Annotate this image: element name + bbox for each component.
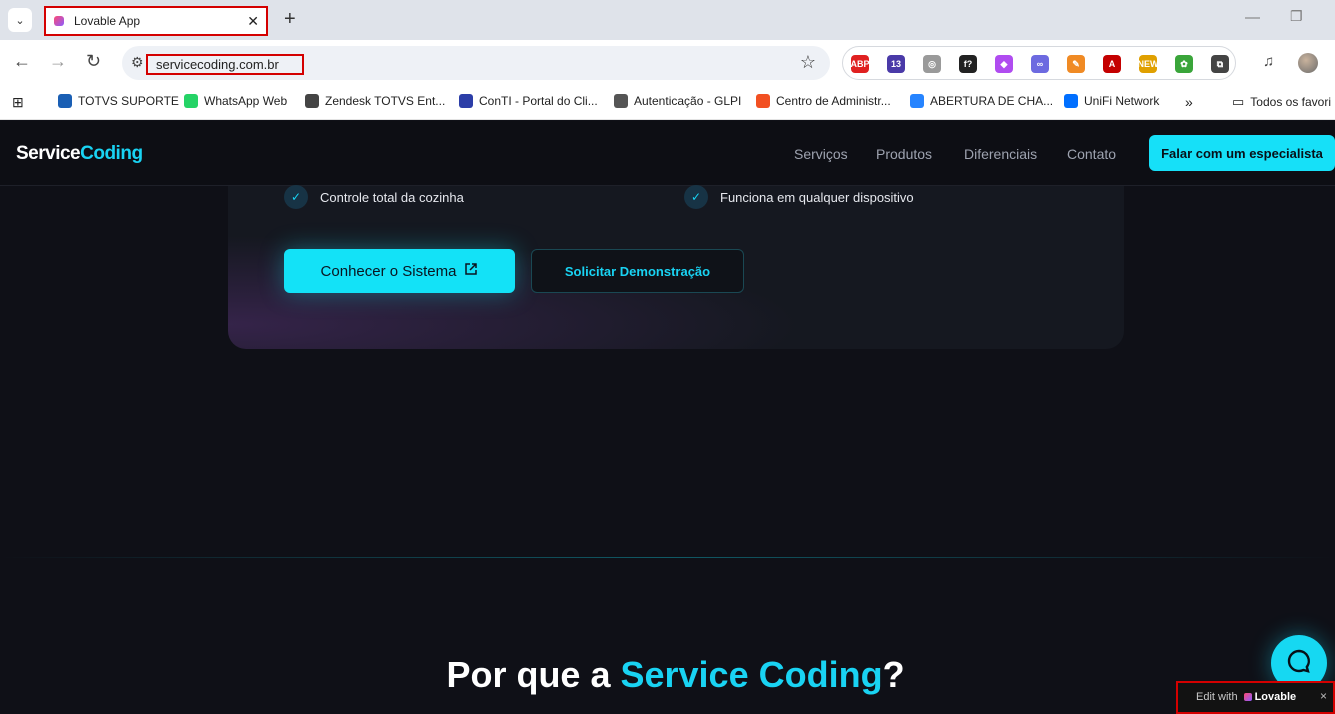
bookmark-label: TOTVS SUPORTE (78, 94, 179, 108)
heading-part-1: Por que a (446, 654, 621, 695)
lovable-close-icon[interactable]: × (1320, 689, 1327, 703)
browser-tab-strip: ⌄ Lovable App ✕ + — ❐ (0, 0, 1335, 40)
all-bookmarks-label: Todos os favori (1250, 95, 1332, 109)
bookmark-item[interactable]: TOTVS SUPORTE (58, 94, 179, 108)
function-icon[interactable]: f? (959, 55, 977, 73)
feature-item-right: ✓ Funciona em qualquer dispositivo (684, 185, 914, 209)
tab-search-button[interactable]: ⌄ (8, 8, 32, 32)
logo-text-service: Service (16, 143, 81, 164)
section-divider (0, 557, 1335, 558)
address-bar[interactable]: ⚙ servicecoding.com.br ☆ (122, 46, 830, 80)
window-minimize-button[interactable]: — (1245, 9, 1260, 26)
check-icon: ✓ (684, 185, 708, 209)
badge-13-icon[interactable]: 13 (887, 55, 905, 73)
site-logo[interactable]: ServiceCoding (16, 143, 143, 165)
url-text[interactable]: servicecoding.com.br (146, 54, 304, 75)
lovable-heart-icon (1243, 693, 1252, 701)
new-ext-icon[interactable]: NEW (1138, 55, 1159, 73)
folder-icon: ▭ (1232, 94, 1245, 109)
bookmark-label: UniFi Network (1084, 94, 1160, 108)
bookmark-label: ABERTURA DE CHA... (930, 94, 1054, 108)
bookmark-star-icon[interactable]: ☆ (800, 52, 816, 73)
bookmark-item[interactable]: Autenticação - GLPI (614, 94, 741, 108)
forward-arrow-icon[interactable]: → (49, 51, 67, 72)
lovable-brand: Lovable (1243, 691, 1297, 703)
bookmark-favicon-icon (184, 94, 198, 108)
external-link-icon (464, 262, 478, 280)
back-arrow-icon[interactable]: ← (13, 51, 31, 72)
profile-avatar[interactable] (1298, 53, 1318, 73)
feature-text: Funciona em qualquer dispositivo (720, 189, 914, 205)
adblock-icon[interactable]: ABP (851, 55, 870, 73)
bookmark-label: Centro de Administr... (776, 94, 891, 108)
check-icon: ✓ (284, 185, 308, 209)
lovable-brand-label: Lovable (1254, 691, 1297, 703)
bookmark-favicon-icon (614, 94, 628, 108)
why-section-heading: Por que a Service Coding? (0, 654, 1335, 696)
bookmark-item[interactable]: ABERTURA DE CHA... (910, 94, 1053, 108)
feature-text: Controle total da cozinha (320, 189, 464, 205)
tab-title: Lovable App (74, 14, 141, 28)
bookmark-label: Zendesk TOTVS Ent... (325, 94, 446, 108)
lovable-favicon-icon (54, 16, 64, 26)
learn-system-label: Conhecer o Sistema (320, 262, 457, 280)
pdf-icon[interactable]: A (1103, 55, 1121, 73)
bookmark-label: WhatsApp Web (204, 94, 288, 108)
bookmark-favicon-icon (756, 94, 770, 108)
bookmark-favicon-icon (910, 94, 924, 108)
compass-icon[interactable]: ◎ (923, 55, 941, 73)
nav-link-diferenciais[interactable]: Diferenciais (964, 146, 1037, 162)
nav-link-servicos[interactable]: Serviços (794, 146, 848, 162)
puzzle-icon[interactable]: ⧉ (1211, 55, 1229, 73)
bookmark-favicon-icon (305, 94, 319, 108)
bookmark-item[interactable]: UniFi Network (1064, 94, 1159, 108)
bookmarks-bar: ⊞ » ▭ Todos os favori TOTVS SUPORTE Whats… (0, 86, 1335, 120)
lovable-badge[interactable]: Edit with Lovable × (1176, 681, 1335, 714)
bookmark-label: ConTI - Portal do Cli... (479, 94, 598, 108)
site-header: ServiceCoding Serviços Produtos Diferenc… (0, 121, 1335, 186)
nav-link-contato[interactable]: Contato (1067, 146, 1116, 162)
reload-icon[interactable]: ↻ (86, 51, 101, 72)
purple-ext-icon[interactable]: ◆ (995, 55, 1013, 73)
all-bookmarks-folder[interactable]: ▭ Todos os favori (1232, 94, 1331, 110)
bookmark-favicon-icon (58, 94, 72, 108)
browser-toolbar: ← → ↻ ⚙ servicecoding.com.br ☆ ABP 13 ◎ f? ◆… (0, 40, 1335, 86)
bookmark-item[interactable]: Centro de Administr... (756, 94, 891, 108)
talk-to-specialist-button[interactable]: Falar com um especialista (1149, 135, 1335, 171)
bookmark-item[interactable]: ConTI - Portal do Cli... (459, 94, 598, 108)
apps-grid-icon[interactable]: ⊞ (12, 94, 24, 111)
media-control-icon[interactable]: ♫ (1263, 53, 1274, 70)
chat-bubble-icon (1285, 647, 1313, 680)
site-settings-icon[interactable]: ⚙ (131, 54, 144, 71)
pen-icon[interactable]: ✎ (1067, 55, 1085, 73)
bookmark-label: Autenticação - GLPI (634, 94, 742, 108)
extensions-bar: ABP 13 ◎ f? ◆ ∞ ✎ A NEW ✿ ⧉ (842, 46, 1236, 80)
browser-tab[interactable]: Lovable App ✕ (44, 6, 268, 36)
bookmark-item[interactable]: WhatsApp Web (184, 94, 287, 108)
lovable-badge-content: Edit with Lovable (1196, 687, 1296, 707)
nav-link-produtos[interactable]: Produtos (876, 146, 932, 162)
request-demo-button[interactable]: Solicitar Demonstração (531, 249, 744, 293)
window-restore-button[interactable]: ❐ (1290, 8, 1303, 25)
more-bookmarks-button[interactable]: » (1185, 94, 1193, 110)
color-ext-icon[interactable]: ✿ (1175, 55, 1193, 73)
bookmark-item[interactable]: Zendesk TOTVS Ent... (305, 94, 445, 108)
tab-close-icon[interactable]: ✕ (247, 13, 259, 30)
heading-highlight: Service Coding (620, 654, 883, 695)
learn-system-button[interactable]: Conhecer o Sistema (284, 249, 515, 293)
heading-part-2: ? (882, 654, 905, 695)
product-card: ✓ Controle total da cozinha ✓ Funciona e… (228, 185, 1124, 349)
new-tab-button[interactable]: + (284, 8, 296, 31)
feature-item-left: ✓ Controle total da cozinha (284, 185, 464, 209)
bookmark-favicon-icon (1064, 94, 1078, 108)
logo-text-coding: Coding (80, 143, 143, 164)
edit-with-label: Edit with (1196, 691, 1238, 703)
glasses-icon[interactable]: ∞ (1031, 55, 1049, 73)
bookmark-favicon-icon (459, 94, 473, 108)
